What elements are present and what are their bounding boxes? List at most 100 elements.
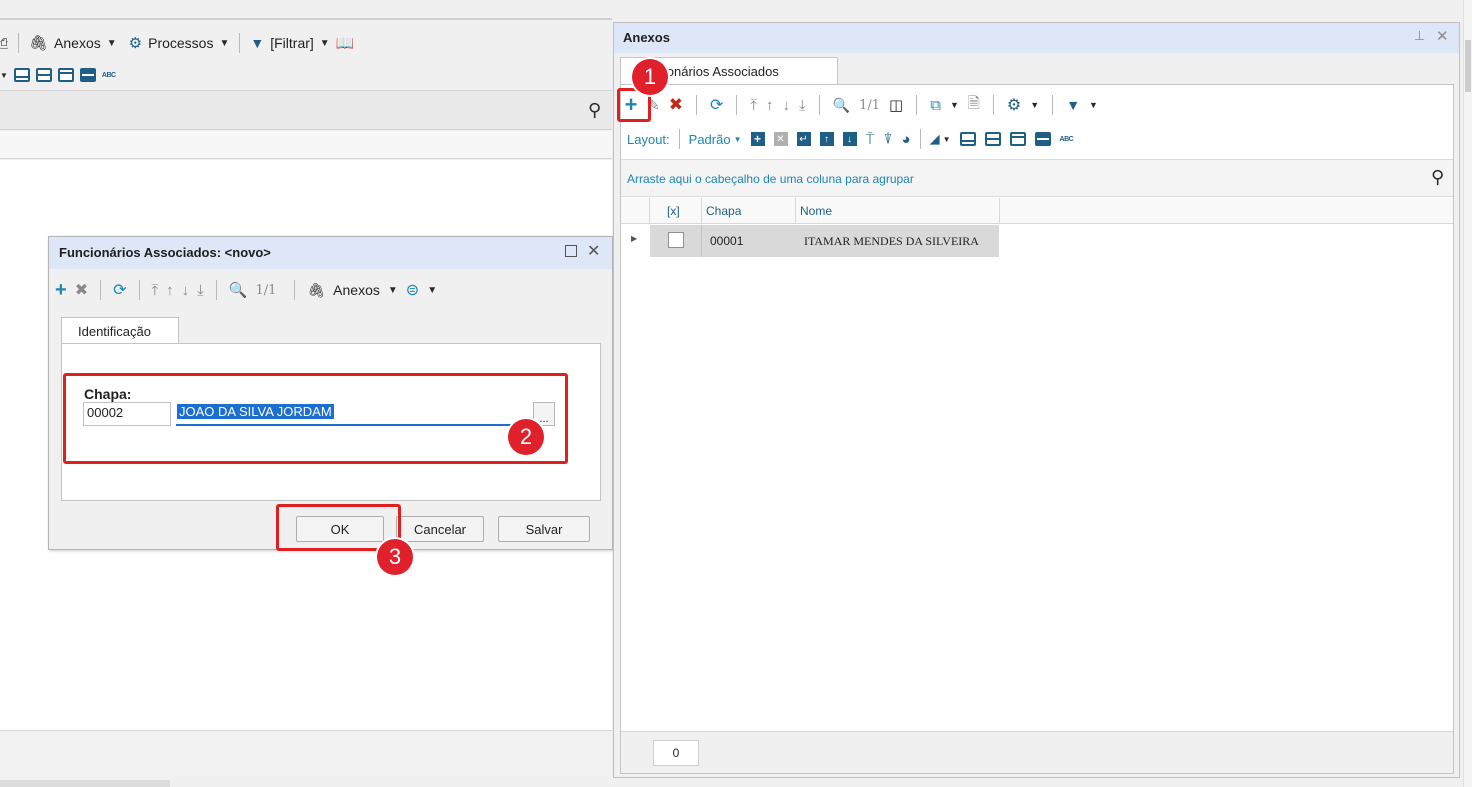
move-up-icon[interactable]: ↑ [819, 132, 834, 146]
previous-record-icon[interactable]: ↑ [166, 282, 174, 299]
pin-column-icon[interactable]: ⍑ [866, 131, 875, 148]
chevron-down-icon[interactable]: ▼ [734, 135, 742, 144]
column-header-divider [795, 198, 796, 224]
search-icon[interactable]: 🔍 [833, 97, 850, 114]
save-button[interactable]: Salvar [498, 516, 590, 542]
anexos-menu-label[interactable]: Anexos [333, 282, 380, 298]
next-record-icon[interactable]: ↓ [783, 97, 791, 114]
chevron-down-icon[interactable]: ▼ [950, 100, 959, 110]
tab-identificacao[interactable]: Identificação [61, 317, 179, 345]
group-by-bar[interactable]: Arraste aqui o cabeçalho de uma coluna p… [621, 159, 1453, 197]
dialog-titlebar: Funcionários Associados: <novo> ✕ [49, 237, 612, 269]
save-label: Salvar [525, 521, 563, 537]
toolbar-separator [100, 280, 102, 300]
scrollbar-thumb[interactable] [1465, 40, 1471, 92]
layout-toolbar: Layout: Padrão ▼ + ✕ ↵ ↑ ↓ ⍑ ⍒ ◕ ◢ ▼ ABC [627, 127, 1447, 151]
cancel-button[interactable]: Cancelar [396, 516, 484, 542]
refresh-icon[interactable]: ⟳ [113, 280, 126, 300]
previous-record-icon[interactable]: ↑ [766, 97, 774, 114]
view-filled-icon[interactable] [79, 68, 96, 82]
toolbar-separator [678, 129, 680, 149]
processos-menu-label[interactable]: Processos [148, 35, 213, 51]
highlight-chapa-field [63, 373, 568, 464]
add-column-icon[interactable]: + [750, 132, 765, 146]
chevron-down-icon[interactable]: ▼ [0, 71, 8, 80]
step-badge-1: 1 [632, 59, 668, 95]
search-icon[interactable]: ⚲ [588, 100, 601, 121]
view-middle-icon[interactable] [35, 68, 52, 82]
search-icon[interactable]: ⚲ [1431, 167, 1444, 188]
refresh-icon[interactable]: ⟳ [710, 95, 723, 115]
step-badge-2: 2 [508, 419, 544, 455]
next-record-icon[interactable]: ↓ [182, 282, 190, 299]
chevron-down-icon[interactable]: ▼ [107, 38, 117, 49]
wrap-icon[interactable]: ↵ [796, 132, 811, 146]
vertical-scrollbar[interactable] [1463, 0, 1472, 787]
toolbar-separator [818, 95, 820, 115]
chevron-down-icon[interactable]: ▼ [427, 285, 437, 296]
chevron-down-icon[interactable]: ▼ [388, 285, 398, 296]
view-top-icon[interactable] [57, 68, 74, 82]
color-icon[interactable]: ◕ [902, 131, 911, 148]
column-header-chapa[interactable]: Chapa [706, 204, 741, 218]
table-row[interactable]: ▶ 00001 ITAMAR MENDES DA SILVEIRA [621, 225, 1001, 257]
last-record-icon[interactable]: ⤓ [197, 282, 204, 299]
attach-edge-icon[interactable]: ⎙ [0, 35, 8, 52]
columns-icon[interactable]: ◫ [889, 96, 903, 114]
column-header-check[interactable]: [x] [667, 204, 680, 218]
close-icon[interactable]: ✕ [587, 241, 600, 261]
filtrar-menu-label[interactable]: [Filtrar] [270, 35, 314, 51]
filter-icon[interactable]: ▼ [1066, 97, 1080, 113]
chevron-down-icon[interactable]: ▼ [320, 38, 330, 49]
first-record-icon[interactable]: ⤒ [750, 97, 757, 114]
view-top-icon[interactable] [1009, 132, 1026, 146]
book-icon[interactable]: 📖 [336, 34, 355, 52]
left-toolbar-row1: ⎙ 🖇 Anexos ▼ ⚙ Processos ▼ ▼ [Filtrar] ▼… [0, 26, 612, 60]
cell-nome: ITAMAR MENDES DA SILVEIRA [804, 234, 979, 248]
left-window-top-border [0, 18, 612, 20]
column-header-nome[interactable]: Nome [800, 204, 832, 218]
unpin-column-icon[interactable]: ⍒ [884, 131, 893, 148]
grid-footer: 0 [621, 731, 1453, 773]
view-filled-icon[interactable] [1034, 132, 1051, 146]
document-icon[interactable]: 🗎 [968, 93, 980, 118]
cell-divider [701, 225, 702, 257]
remove-column-icon[interactable]: ✕ [773, 132, 788, 146]
delete-icon[interactable]: ✖ [75, 280, 88, 300]
cell-chapa: 00001 [710, 234, 744, 248]
view-middle-icon[interactable] [984, 132, 1001, 146]
left-toolbar-row2: ▼ ABC [0, 64, 300, 86]
row-checkbox[interactable] [668, 232, 684, 248]
gear-icon[interactable]: ⚙ [1007, 95, 1021, 115]
footer-count: 0 [672, 746, 680, 760]
abc-icon[interactable]: ABC [102, 72, 116, 79]
chevron-down-icon[interactable]: ▼ [1030, 100, 1039, 110]
bottom-tab-stub [0, 780, 170, 787]
last-record-icon[interactable]: ⤓ [799, 97, 806, 114]
abc-icon[interactable]: ABC [1060, 136, 1074, 143]
export-icon[interactable]: ⧉ [930, 97, 941, 114]
anexos-menu-label[interactable]: Anexos [54, 35, 101, 51]
search-icon[interactable]: 🔍 [229, 281, 248, 299]
move-down-icon[interactable]: ↓ [842, 132, 857, 146]
sql-icon[interactable]: ⊜ [406, 280, 419, 300]
toolbar-separator [1052, 95, 1054, 115]
chevron-down-icon[interactable]: ▼ [1089, 100, 1098, 110]
maximize-icon[interactable] [565, 245, 577, 257]
delete-icon[interactable]: ✖ [669, 95, 683, 115]
row-expand-icon[interactable]: ▶ [631, 234, 637, 243]
page-indicator: 1/1 [859, 97, 881, 113]
chart-icon[interactable]: ◢ [930, 131, 940, 147]
chevron-down-icon[interactable]: ▼ [219, 38, 229, 49]
add-icon[interactable]: + [55, 279, 67, 302]
paperclip-icon: 🖇 [307, 281, 326, 298]
view-bottom-icon[interactable] [13, 68, 30, 82]
toolbar-separator [239, 33, 241, 53]
layout-select[interactable]: Padrão [689, 132, 731, 147]
first-record-icon[interactable]: ⤒ [152, 282, 159, 299]
view-bottom-icon[interactable] [959, 132, 976, 146]
pin-icon[interactable]: ⊥ [1414, 28, 1425, 44]
anexos-content: + ✎ ✖ ⟳ ⤒ ↑ ↓ ⤓ 🔍 1/1 ◫ ⧉ ▼ 🗎 ⚙ ▼ ▼ ▼ La… [620, 84, 1454, 774]
chevron-down-icon[interactable]: ▼ [943, 135, 951, 144]
close-icon[interactable]: ✕ [1436, 27, 1449, 45]
